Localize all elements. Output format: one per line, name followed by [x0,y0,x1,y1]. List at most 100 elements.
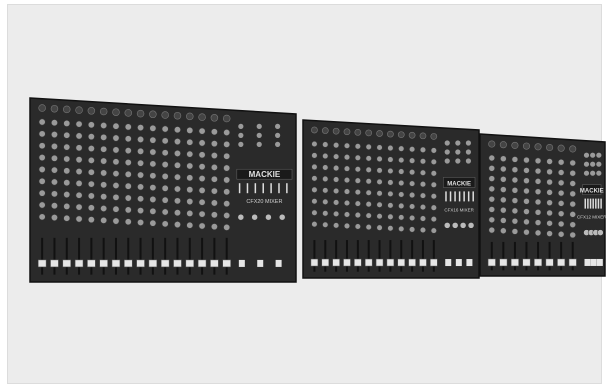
knob [198,222,206,230]
knob [173,138,181,146]
knob [173,209,181,217]
knob [63,202,71,210]
master-fader [238,259,245,267]
model-label: CFX16 MIXER [444,207,474,212]
knob [546,209,553,217]
fader-cap [222,259,231,268]
knob [137,207,145,215]
knob [419,181,427,188]
eq-slider [472,191,474,202]
knob [387,167,394,175]
knob [430,181,437,188]
master-knob [583,170,590,176]
knob [87,180,95,188]
knob [322,221,329,228]
knob [365,189,372,196]
knob [38,118,46,126]
knob [569,221,577,228]
input-jack [343,128,351,136]
knob [38,201,46,209]
knob [124,194,132,202]
knob [419,192,427,199]
knob [63,167,71,175]
knob [569,190,577,198]
input-jack [365,129,373,137]
eq-slider [589,198,592,209]
knob [430,216,437,223]
master-knob [275,132,281,138]
knob [354,154,361,161]
knob [198,198,206,206]
knob [398,156,405,164]
knob [376,167,383,174]
fader-cap [568,258,577,267]
knob [63,214,71,222]
knob [50,202,58,210]
knob [387,225,394,232]
knob [546,189,553,196]
knob [387,156,394,163]
knob [523,197,530,205]
knob [534,167,542,175]
eq-slider [467,191,470,202]
master-knob [256,141,262,147]
knob [198,139,206,147]
knob [398,179,405,187]
input-jack [569,145,577,153]
fader-slot [335,240,338,272]
fader-cap [430,258,438,267]
knob [387,179,394,186]
eq-slider [600,198,602,209]
master-fader [275,259,282,267]
eq-slider [262,183,264,194]
knob [75,203,83,211]
knob [398,214,405,221]
knob [500,217,507,224]
master-knob [590,170,596,176]
knob [75,191,83,199]
fader-cap [124,259,133,268]
fader-cap [557,258,566,267]
eq-slider [445,191,447,202]
knob [343,188,351,195]
knob [137,171,145,179]
knob [354,189,361,196]
model-label: CFX20 MIXER [246,199,282,205]
knob [365,178,372,185]
knob [430,147,437,154]
knob [311,221,318,228]
master-knob [590,152,596,158]
input-jack [99,107,108,116]
master-knob [256,123,262,129]
knob [149,160,157,168]
knob [408,169,416,176]
knob [173,149,181,157]
eq-slider [278,183,280,194]
eq-slider [463,191,465,202]
knob [50,119,58,127]
knob [223,176,231,184]
fader-cap [487,258,496,267]
fader-cap [499,258,508,267]
knob [100,216,108,224]
master-knob [444,140,450,146]
knob [333,199,340,206]
knob [333,164,340,172]
input-jack [557,144,565,152]
knob [75,156,83,164]
fader-cap [160,259,170,268]
eq-slider [246,183,249,194]
knob [38,189,46,197]
knob [210,152,218,160]
knob [546,168,553,176]
eq-slider [254,183,257,194]
knob [511,217,519,225]
knob [124,147,132,155]
knob [87,156,95,164]
knob [365,223,372,231]
knob [100,181,108,189]
fader-slot [78,237,81,275]
knob [430,227,437,234]
knob [38,165,46,173]
master-knob [278,213,286,221]
